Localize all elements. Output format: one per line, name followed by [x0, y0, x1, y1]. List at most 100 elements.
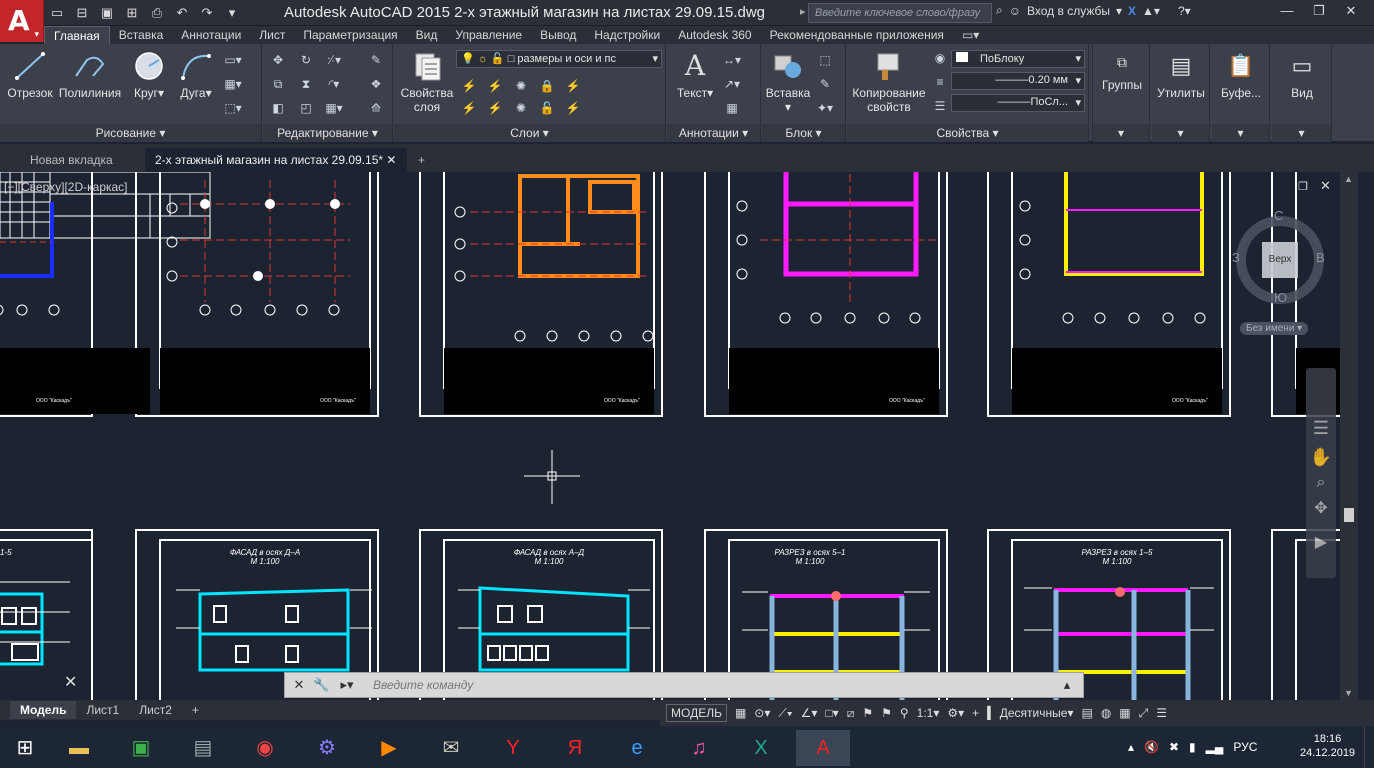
autocad-taskbar-icon[interactable]: A [796, 730, 850, 766]
new-icon[interactable]: ▭ [46, 3, 68, 23]
annotation-scale-icon[interactable]: ⚲ [900, 706, 909, 720]
draw-panel-label[interactable]: Рисование ▾ [0, 124, 261, 142]
layer-off-icon[interactable]: ⚡ [460, 78, 478, 94]
add-layout-icon[interactable]: + [182, 701, 209, 719]
show-hidden-icons[interactable]: ▴ [1128, 740, 1134, 754]
doc-tab-new[interactable]: Новая вкладка [20, 148, 123, 172]
tab-manage[interactable]: Управление [446, 26, 531, 44]
chrome-icon[interactable]: ◉ [238, 730, 292, 766]
workspace-gear-icon[interactable]: ⚙▾ [947, 706, 964, 720]
drawing-canvas[interactable]: [−][Сверху][2D-каркас] 1-5 ФАСАД в осях … [0, 172, 1340, 700]
canvas-close-icon[interactable]: ✕ [64, 672, 77, 692]
insert-block-button[interactable]: Вставка ▾ [764, 50, 812, 114]
open-icon[interactable]: ⊟ [71, 3, 93, 23]
language-indicator[interactable]: РУС [1233, 740, 1257, 754]
yandex-icon[interactable]: Я [548, 730, 602, 766]
hatch-icon[interactable]: ▦▾ [224, 76, 242, 92]
autoscale-icon[interactable]: ⚑ [881, 706, 892, 720]
layer-previous-icon[interactable]: ⚡ [460, 100, 478, 116]
layer-lock-icon[interactable]: 🔒 [538, 78, 556, 94]
dimension-icon[interactable]: ↔▾ [723, 52, 741, 68]
erase-icon[interactable]: ✎ [367, 52, 385, 68]
zoom-icon[interactable]: ⌕ [1306, 474, 1336, 492]
polar-icon[interactable]: ∠▾ [801, 706, 818, 720]
tab-view[interactable]: Вид [407, 26, 447, 44]
close-button[interactable]: ✕ [1334, 0, 1368, 24]
create-block-icon[interactable]: ⬚ [816, 52, 834, 68]
polyline-tool[interactable]: Полилиния [56, 50, 124, 100]
region-icon[interactable]: ⬚▾ [224, 100, 242, 116]
arc-tool[interactable]: Дуга▾ [174, 50, 218, 100]
network-icon[interactable]: ✖ [1169, 740, 1179, 754]
saveas-icon[interactable]: ⊞ [121, 3, 143, 23]
snap-icon[interactable]: ⊙▾ [754, 706, 770, 720]
otrack-icon[interactable]: ⧄ [847, 706, 855, 721]
trim-icon[interactable]: ⸓▾ [325, 52, 343, 68]
layers-panel-label[interactable]: Слои ▾ [394, 124, 665, 142]
leader-icon[interactable]: ↗▾ [723, 76, 741, 92]
tab-model[interactable]: Модель [10, 701, 77, 719]
signal-icon[interactable]: ▂▄ [1206, 740, 1224, 754]
rectangle-icon[interactable]: ▭▾ [224, 52, 242, 68]
add-icon[interactable]: + [972, 706, 979, 720]
media-player-icon[interactable]: ▶ [362, 730, 416, 766]
tab-sheet2[interactable]: Лист2 [129, 701, 182, 719]
showmotion-icon[interactable]: ▶ [1306, 532, 1336, 552]
print-icon[interactable]: ⎙ [146, 3, 168, 23]
layer-properties-button[interactable]: Свойства слоя [398, 50, 456, 114]
search-expand-icon[interactable]: ▸ [800, 5, 806, 18]
copy-icon[interactable]: ⧉ [269, 76, 287, 92]
volume-icon[interactable]: 🔇 [1144, 740, 1159, 754]
ucs-menu[interactable]: Без имени ▾ [1240, 322, 1309, 335]
utilities-panel[interactable]: ▤ Утилиты ▾ [1152, 44, 1210, 142]
application-menu-button[interactable]: A ▾ [0, 0, 44, 42]
layer-unlock-icon[interactable]: 🔓 [538, 100, 556, 116]
file-explorer-icon[interactable]: ▬ [52, 730, 106, 766]
layer-freeze-icon[interactable]: ✺ [512, 78, 530, 94]
command-input[interactable]: Введите команду [373, 678, 473, 692]
scroll-down-icon[interactable]: ▼ [1344, 688, 1353, 698]
annotation-scale-dropdown[interactable]: 1:1▾ [917, 706, 940, 720]
table-icon[interactable]: ▦ [723, 100, 741, 116]
undo-icon[interactable]: ↶ [171, 3, 193, 23]
line-tool[interactable]: Отрезок [4, 50, 56, 100]
compass-east[interactable]: В [1316, 250, 1325, 265]
annotations-panel-label[interactable]: Аннотации ▾ [667, 124, 760, 142]
vertical-scrollbar[interactable]: ▲ ▼ [1340, 172, 1358, 700]
circle-tool[interactable]: Круг▾ [126, 50, 172, 100]
model-space-button[interactable]: МОДЕЛЬ [666, 704, 727, 722]
layer-match-icon[interactable]: ⚡ [564, 78, 582, 94]
color-wheel-icon[interactable]: ◉ [931, 50, 949, 66]
clean-screen-icon[interactable]: ⤢ [1139, 706, 1149, 721]
tab-layout[interactable]: Лист [250, 26, 294, 44]
viewcube-top-face[interactable]: Верх [1262, 242, 1298, 278]
stretch-icon[interactable]: ◧ [269, 100, 287, 116]
ortho-icon[interactable]: ⟋▾ [778, 706, 792, 721]
help-icon[interactable]: ?▾ [1178, 4, 1191, 18]
scale-icon[interactable]: ◰ [297, 100, 315, 116]
minimize-button[interactable]: — [1270, 0, 1304, 24]
scroll-up-icon[interactable]: ▲ [1344, 174, 1353, 184]
chevron-down-icon[interactable]: ▾ [1116, 4, 1122, 18]
add-tab-icon[interactable]: + [414, 148, 436, 172]
isolate-objects-icon[interactable]: ◍ [1101, 706, 1111, 720]
itunes-icon[interactable]: ♫ [672, 730, 726, 766]
viewport-restore-icon[interactable]: ❐ [1298, 180, 1308, 193]
tab-addins[interactable]: Надстройки [585, 26, 669, 44]
block-attributes-icon[interactable]: ✦▾ [816, 100, 834, 116]
linetype-dropdown[interactable]: ———ПоСл... ▾ [951, 94, 1085, 112]
osnap-icon[interactable]: □▾ [825, 706, 838, 720]
layer-thaw-icon[interactable]: ✺ [512, 100, 530, 116]
match-properties-button[interactable]: Копирование свойств [849, 50, 929, 114]
tab-insert[interactable]: Вставка [110, 26, 173, 44]
tab-sheet1[interactable]: Лист1 [76, 701, 129, 719]
doc-tab-current[interactable]: 2-х этажный магазин на листах 29.09.15* … [145, 148, 407, 172]
compass-north[interactable]: С [1274, 208, 1283, 223]
clipboard-panel[interactable]: 📋 Буфе... ▾ [1212, 44, 1270, 142]
view-panel[interactable]: ▭ Вид ▾ [1272, 44, 1332, 142]
binoculars-icon[interactable]: ⌕ [996, 3, 1003, 18]
array-icon[interactable]: ▦▾ [325, 100, 343, 116]
battery-icon[interactable]: ▮ [1189, 740, 1196, 754]
redo-icon[interactable]: ↷ [196, 3, 218, 23]
tab-home[interactable]: Главная [44, 26, 110, 44]
